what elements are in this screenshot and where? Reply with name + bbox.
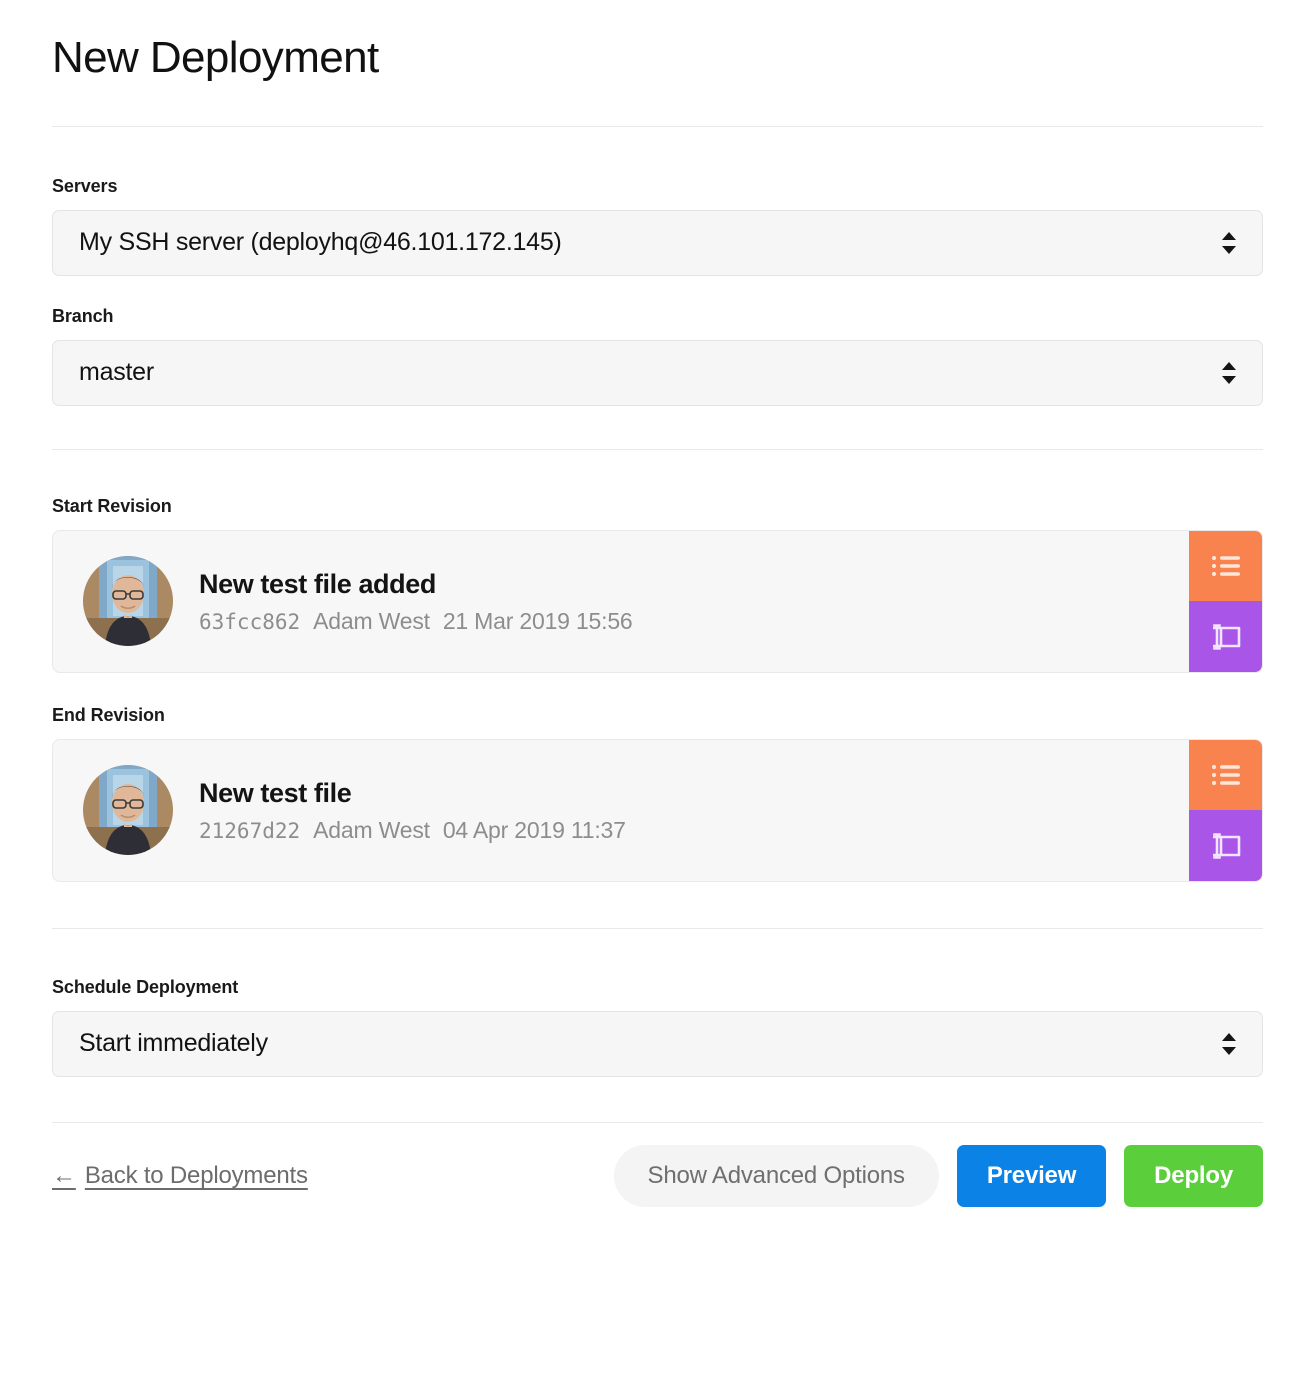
branch-label: Branch (52, 305, 114, 326)
start-revision-message: New test file added (199, 569, 436, 600)
start-browse-revisions-button[interactable] (1189, 530, 1262, 602)
end-revision-meta: 21267d22 Adam West 04 Apr 2019 11:37 (199, 817, 626, 844)
page-title: New Deployment (52, 33, 379, 82)
start-revision-meta: 63fcc862 Adam West 21 Mar 2019 15:56 (199, 608, 633, 635)
start-revision-group: Start Revision New test file added 63fcc… (52, 496, 1263, 673)
form-footer: ← Back to Deployments Show Advanced Opti… (52, 1144, 1263, 1207)
start-revision-date: 21 Mar 2019 15:56 (442, 607, 633, 634)
servers-select-value: My SSH server (deployhq@46.101.172.145) (79, 228, 562, 257)
end-revision-card[interactable]: New test file 21267d22 Adam West 04 Apr … (52, 738, 1263, 882)
divider-branch-revisions (52, 448, 1263, 450)
servers-field-group: Servers My SSH server (deployhq@46.101.1… (52, 176, 1263, 276)
end-revision-text: New test file 21267d22 Adam West 04 Apr … (199, 777, 626, 843)
chevron-updown-icon (1222, 1032, 1236, 1055)
show-advanced-options-button[interactable]: Show Advanced Options (613, 1144, 939, 1207)
footer-actions: Show Advanced Options Preview Deploy (613, 1144, 1263, 1207)
text-cursor-input-icon (1210, 833, 1242, 859)
servers-select[interactable]: My SSH server (deployhq@46.101.172.145) (52, 209, 1263, 276)
chevron-updown-icon (1222, 361, 1236, 384)
divider-footer (52, 1121, 1263, 1123)
deploy-button[interactable]: Deploy (1124, 1144, 1263, 1207)
divider-revisions-schedule (52, 927, 1263, 929)
schedule-select[interactable]: Start immediately (52, 1010, 1263, 1077)
end-revision-group: End Revision New test file 21267d22 Adam… (52, 705, 1263, 882)
start-revision-text: New test file added 63fcc862 Adam West 2… (199, 568, 633, 634)
schedule-select-value: Start immediately (79, 1029, 268, 1058)
servers-label: Servers (52, 175, 118, 196)
start-revision-actions (1189, 530, 1262, 672)
new-deployment-page: New Deployment Servers My SSH server (de… (0, 0, 1315, 1400)
start-revision-hash: 63fcc862 (199, 609, 301, 634)
end-revision-message: New test file (199, 778, 352, 809)
schedule-label: Schedule Deployment (52, 976, 239, 997)
end-manual-entry-button[interactable] (1189, 810, 1262, 881)
arrow-left-icon: ← (52, 1161, 76, 1189)
chevron-updown-icon (1222, 231, 1236, 254)
end-revision-author: Adam West (313, 816, 430, 843)
start-revision-card[interactable]: New test file added 63fcc862 Adam West 2… (52, 529, 1263, 673)
bulleted-list-icon (1211, 763, 1241, 787)
start-revision-label: Start Revision (52, 495, 172, 516)
end-revision-hash: 21267d22 (199, 818, 301, 843)
end-revision-date: 04 Apr 2019 11:37 (442, 816, 626, 843)
schedule-field-group: Schedule Deployment Start immediately (52, 977, 1263, 1077)
avatar (83, 556, 173, 647)
end-revision-label: End Revision (52, 704, 165, 725)
avatar (83, 765, 173, 856)
divider-header (52, 125, 1263, 127)
start-revision-details: New test file added 63fcc862 Adam West 2… (53, 531, 1189, 672)
branch-select-value: master (79, 358, 154, 387)
end-revision-details: New test file 21267d22 Adam West 04 Apr … (53, 740, 1189, 881)
back-to-deployments-label: Back to Deployments (84, 1161, 308, 1189)
branch-select[interactable]: master (52, 339, 1263, 406)
start-manual-entry-button[interactable] (1189, 601, 1262, 672)
bulleted-list-icon (1211, 554, 1241, 578)
start-revision-author: Adam West (313, 607, 430, 634)
preview-button[interactable]: Preview (956, 1144, 1107, 1207)
back-to-deployments-link[interactable]: ← Back to Deployments (52, 1162, 308, 1190)
end-browse-revisions-button[interactable] (1189, 739, 1262, 811)
text-cursor-input-icon (1210, 624, 1242, 650)
end-revision-actions (1189, 739, 1262, 881)
branch-field-group: Branch master (52, 306, 1263, 406)
